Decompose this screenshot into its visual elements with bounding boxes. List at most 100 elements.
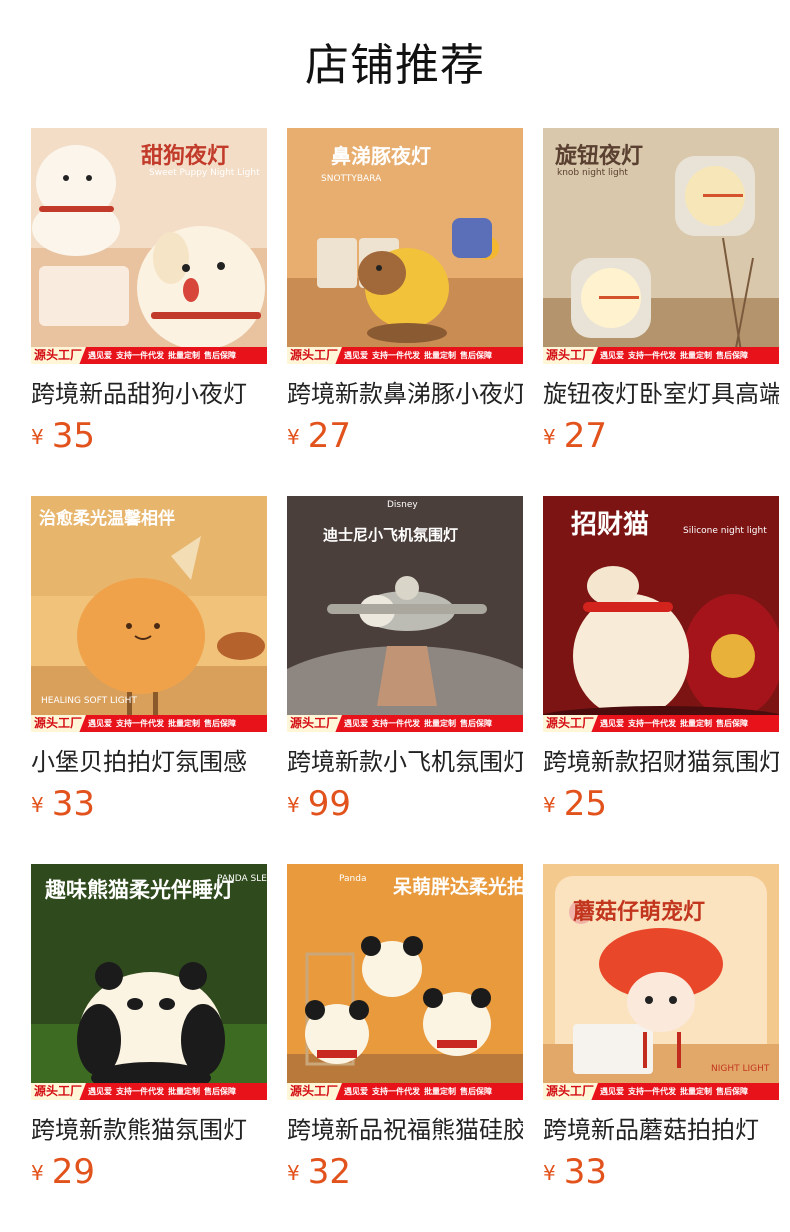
currency-symbol: ¥ <box>543 425 556 449</box>
image-subline: PANDA SLEEP LAMP <box>217 874 267 884</box>
product-title[interactable]: 跨境新款招财猫氛围灯 <box>543 746 779 778</box>
currency-symbol: ¥ <box>31 793 44 817</box>
product-card[interactable]: 治愈柔光温馨相伴 HEALING SOFT LIGHT 源头工厂 遇见爱 支持一件… <box>31 496 267 864</box>
currency-symbol: ¥ <box>287 1161 300 1185</box>
product-title[interactable]: 跨境新品甜狗小夜灯 <box>31 378 267 410</box>
promo-bar: 源头工厂 遇见爱 支持一件代发 批量定制 售后保障 <box>543 347 779 364</box>
image-headline: 治愈柔光温馨相伴 <box>39 509 175 529</box>
promo-item: 批量定制 <box>680 1087 713 1096</box>
product-card[interactable]: 迪士尼小飞机氛围灯 Disney 源头工厂 遇见爱 支持一件代发 批量定制 售后保障 … <box>287 496 523 864</box>
promo-tag: 源头工厂 <box>543 347 599 364</box>
product-title[interactable]: 跨境新款熊猫氛围灯 <box>31 1114 267 1146</box>
product-price: ¥35 <box>31 416 267 456</box>
promo-item: 支持一件代发 <box>372 351 421 360</box>
promo-item: 遇见爱 <box>600 1087 625 1096</box>
product-title[interactable]: 跨境新款鼻涕豚小夜灯 <box>287 378 523 410</box>
price-value: 33 <box>563 1152 607 1192</box>
product-card[interactable]: 呆萌胖达柔光拍拍灯 Panda 源头工厂 遇见爱支持一件代发批量定制售后保障 跨… <box>287 864 523 1232</box>
product-price: ¥32 <box>287 1152 523 1192</box>
promo-item: 售后保障 <box>716 351 749 360</box>
product-price: ¥27 <box>543 416 779 456</box>
promo-item: 批量定制 <box>424 719 457 728</box>
product-card[interactable]: 甜狗夜灯 Sweet Puppy Night Light 源头工厂 遇见爱 支持一… <box>31 128 267 496</box>
image-subline: Silicone night light <box>683 526 767 536</box>
product-image[interactable]: 趣味熊猫柔光伴睡灯 PANDA SLEEP LAMP 源头工厂 遇见爱支持一件代… <box>31 864 267 1100</box>
promo-item: 支持一件代发 <box>372 1087 421 1096</box>
promo-bar: 源头工厂 遇见爱 支持一件代发 批量定制 售后保障 <box>31 715 267 732</box>
promo-item: 遇见爱 <box>344 719 369 728</box>
product-image[interactable]: 甜狗夜灯 Sweet Puppy Night Light 源头工厂 遇见爱 支持一… <box>31 128 267 364</box>
promo-item: 批量定制 <box>168 1087 201 1096</box>
promo-bar: 源头工厂 遇见爱 支持一件代发 批量定制 售后保障 <box>31 347 267 364</box>
product-image[interactable]: 蘑菇仔萌宠灯 NIGHT LIGHT 源头工厂 遇见爱 支持一件代发 批量定制 售后保… <box>543 864 779 1100</box>
promo-item: 批量定制 <box>168 719 201 728</box>
product-image[interactable]: 迪士尼小飞机氛围灯 Disney 源头工厂 遇见爱 支持一件代发 批量定制 售后保障 <box>287 496 523 732</box>
promo-tag: 源头工厂 <box>31 1083 87 1100</box>
product-image[interactable]: 旋钮夜灯 knob night light 源头工厂 遇见爱 支持一件代发 批量定制… <box>543 128 779 364</box>
promo-items: 遇见爱 支持一件代发 批量定制 售后保障 <box>598 347 748 364</box>
promo-item: 售后保障 <box>716 719 749 728</box>
promo-items: 遇见爱 支持一件代发 批量定制 售后保障 <box>598 1083 748 1100</box>
product-price: ¥33 <box>31 784 267 824</box>
promo-items: 遇见爱 支持一件代发 批量定制 售后保障 <box>86 347 236 364</box>
image-subline: Sweet Puppy Night Light <box>149 168 260 178</box>
currency-symbol: ¥ <box>31 1161 44 1185</box>
image-subline: NIGHT LIGHT <box>711 1064 770 1074</box>
product-image[interactable]: 招财猫 Silicone night light 源头工厂 遇见爱 支持一件代发批… <box>543 496 779 732</box>
promo-item: 批量定制 <box>680 719 713 728</box>
promo-item: 遇见爱 <box>88 351 113 360</box>
promo-item: 批量定制 <box>168 351 201 360</box>
section-title: 店铺推荐 <box>305 40 485 91</box>
product-card[interactable]: 蘑菇仔萌宠灯 NIGHT LIGHT 源头工厂 遇见爱 支持一件代发 批量定制 售后保… <box>543 864 779 1232</box>
product-card[interactable]: 趣味熊猫柔光伴睡灯 PANDA SLEEP LAMP 源头工厂 遇见爱支持一件代… <box>31 864 267 1232</box>
promo-item: 售后保障 <box>204 1087 237 1096</box>
price-value: 33 <box>51 784 95 824</box>
product-price: ¥29 <box>31 1152 267 1192</box>
currency-symbol: ¥ <box>543 793 556 817</box>
promo-items: 遇见爱 支持一件代发 批量定制 售后保障 <box>342 715 492 732</box>
promo-item: 批量定制 <box>680 351 713 360</box>
currency-symbol: ¥ <box>543 1161 556 1185</box>
currency-symbol: ¥ <box>287 793 300 817</box>
promo-item: 售后保障 <box>460 1087 493 1096</box>
image-headline: 鼻涕豚夜灯 <box>331 144 431 168</box>
promo-item: 支持一件代发 <box>372 719 421 728</box>
product-title[interactable]: 跨境新款小飞机氛围灯 <box>287 746 523 778</box>
promo-item: 支持一件代发 <box>628 719 677 728</box>
promo-bar: 源头工厂 遇见爱 支持一件代发 批量定制 售后保障 <box>543 1083 779 1100</box>
promo-item: 遇见爱 <box>344 351 369 360</box>
promo-item: 售后保障 <box>460 351 493 360</box>
promo-items: 遇见爱 支持一件代发 批量定制 售后保障 <box>342 347 492 364</box>
product-image[interactable]: 鼻涕豚夜灯 SNOTTYBARA 源头工厂 遇见爱 支持一件代发 批量定制 售后保障 <box>287 128 523 364</box>
product-title[interactable]: 跨境新品祝福熊猫硅胶 <box>287 1114 523 1146</box>
product-image[interactable]: 呆萌胖达柔光拍拍灯 Panda 源头工厂 遇见爱支持一件代发批量定制售后保障 <box>287 864 523 1100</box>
product-image[interactable]: 治愈柔光温馨相伴 HEALING SOFT LIGHT 源头工厂 遇见爱 支持一件… <box>31 496 267 732</box>
product-card[interactable]: 旋钮夜灯 knob night light 源头工厂 遇见爱 支持一件代发 批量定制… <box>543 128 779 496</box>
price-value: 29 <box>51 1152 95 1192</box>
promo-tag: 源头工厂 <box>31 715 87 732</box>
promo-tag: 源头工厂 <box>287 347 343 364</box>
price-value: 99 <box>307 784 351 824</box>
product-price: ¥33 <box>543 1152 779 1192</box>
promo-items: 遇见爱 支持一件代发 批量定制 售后保障 <box>598 715 748 732</box>
recommended-products-page: 店铺推荐 甜狗夜灯 Sweet Puppy Night Light 源头工厂 遇… <box>0 0 790 1232</box>
product-card[interactable]: 招财猫 Silicone night light 源头工厂 遇见爱 支持一件代发批… <box>543 496 779 864</box>
promo-item: 支持一件代发 <box>116 1087 165 1096</box>
product-price: ¥25 <box>543 784 779 824</box>
promo-item: 遇见爱 <box>600 351 625 360</box>
image-headline: 呆萌胖达柔光拍拍灯 <box>393 876 523 898</box>
promo-items: 遇见爱 支持一件代发 批量定制 售后保障 <box>86 1083 236 1100</box>
currency-symbol: ¥ <box>287 425 300 449</box>
promo-item: 遇见爱 <box>88 719 113 728</box>
product-title[interactable]: 跨境新品蘑菇拍拍灯 <box>543 1114 779 1146</box>
image-subline: knob night light <box>557 168 628 178</box>
promo-tag: 源头工厂 <box>287 715 343 732</box>
product-title[interactable]: 旋钮夜灯卧室灯具高端 <box>543 378 779 410</box>
product-title[interactable]: 小堡贝拍拍灯氛围感 <box>31 746 267 778</box>
product-card[interactable]: 鼻涕豚夜灯 SNOTTYBARA 源头工厂 遇见爱 支持一件代发 批量定制 售后保障 … <box>287 128 523 496</box>
promo-bar: 源头工厂 遇见爱 支持一件代发 批量定制 售后保障 <box>287 715 523 732</box>
promo-tag: 源头工厂 <box>31 347 87 364</box>
price-value: 27 <box>563 416 607 456</box>
promo-item: 批量定制 <box>424 351 457 360</box>
promo-item: 支持一件代发 <box>116 719 165 728</box>
